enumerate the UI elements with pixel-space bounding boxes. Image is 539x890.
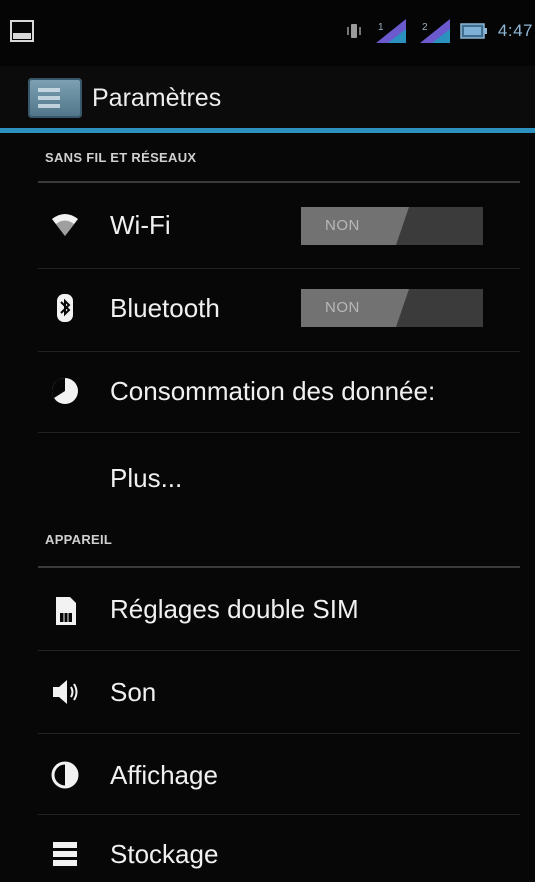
settings-item-label: Affichage: [110, 760, 218, 790]
svg-text:2: 2: [422, 22, 428, 33]
action-bar: Paramètres: [0, 66, 539, 130]
toggle-state: NON: [325, 217, 360, 234]
sim-card-icon: [56, 597, 76, 625]
section-line-wireless: [38, 181, 520, 183]
bluetooth-icon: [57, 294, 73, 322]
page-title: Paramètres: [92, 84, 222, 112]
settings-item-wifi[interactable]: Wi-Fi NON: [38, 184, 520, 268]
wifi-icon: [52, 214, 78, 236]
signal-sim1-icon: 1: [375, 19, 406, 43]
settings-item-label: Plus...: [110, 463, 183, 493]
toggle-state: NON: [325, 299, 360, 316]
settings-item-label: Bluetooth: [110, 293, 220, 323]
settings-item-data-usage[interactable]: Consommation des donnée:: [38, 352, 520, 432]
settings-app-icon[interactable]: [28, 78, 82, 118]
settings-item-label: Consommation des donnée:: [110, 376, 436, 406]
settings-item-bluetooth[interactable]: Bluetooth NON: [38, 269, 520, 351]
settings-item-label: Stockage: [110, 839, 219, 869]
status-bar: 1 2 4:47: [0, 0, 539, 66]
gallery-icon: [10, 20, 34, 42]
signal-sim2-icon: 2: [419, 19, 450, 43]
wifi-toggle[interactable]: NON: [301, 207, 483, 245]
status-time: 4:47: [497, 21, 533, 40]
status-icons: 1 2 4:47: [346, 18, 533, 44]
data-usage-icon: [51, 377, 78, 404]
bluetooth-toggle[interactable]: NON: [301, 289, 483, 327]
storage-icon: [53, 842, 77, 866]
settings-item-label: Son: [110, 677, 157, 707]
settings-item-sound[interactable]: Son: [38, 651, 520, 733]
battery-icon: [460, 23, 487, 39]
section-header-device: APPAREIL: [45, 532, 113, 547]
settings-item-dual-sim[interactable]: Réglages double SIM: [38, 568, 520, 650]
settings-item-storage[interactable]: Stockage: [38, 815, 520, 882]
vibrate-icon: [347, 24, 361, 38]
settings-item-label: Wi-Fi: [110, 210, 171, 240]
settings-item-more[interactable]: Plus...: [38, 433, 520, 515]
action-bar-divider: [0, 128, 539, 133]
settings-item-display[interactable]: Affichage: [38, 734, 520, 814]
speaker-icon: [53, 680, 78, 704]
settings-item-label: Réglages double SIM: [110, 594, 359, 624]
display-icon: [51, 761, 79, 789]
svg-text:1: 1: [378, 22, 384, 33]
phone-frame: 1 2 4:47 Paramètres SANS FIL ET RÉSEAUX …: [0, 0, 539, 890]
screen-edge: [535, 0, 539, 890]
section-header-wireless: SANS FIL ET RÉSEAUX: [45, 150, 197, 165]
settings-screen: 1 2 4:47 Paramètres SANS FIL ET RÉSEAUX …: [0, 0, 539, 882]
